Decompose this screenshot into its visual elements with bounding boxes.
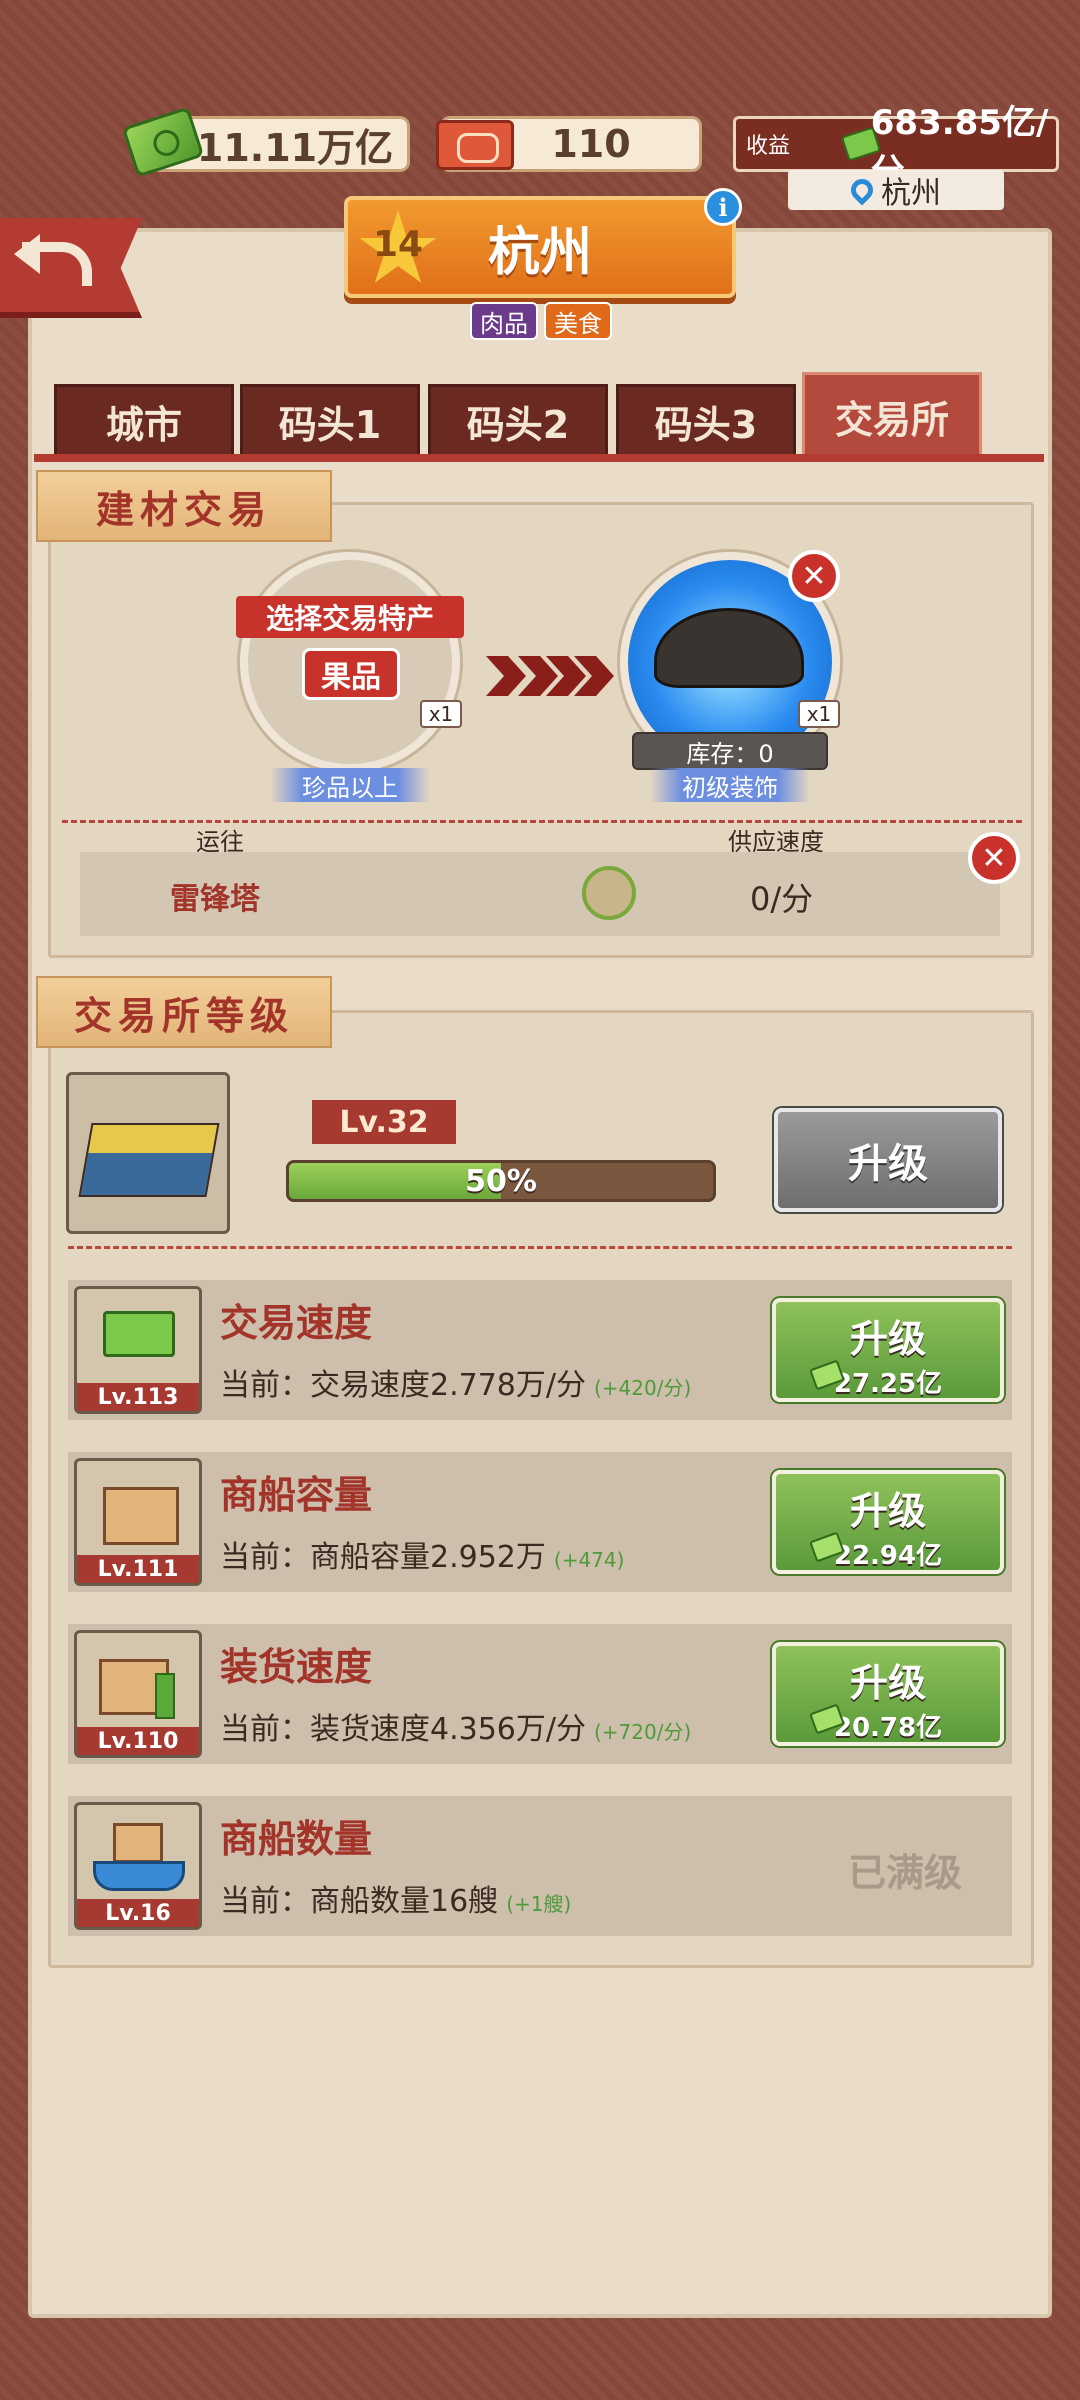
product-button[interactable]: 果品 xyxy=(302,648,400,700)
exchange-upgrade-label: 升级 xyxy=(848,1141,928,1187)
divider xyxy=(68,1246,1012,1249)
trade-speed-upgrade-button[interactable]: 升级 27.25亿 xyxy=(772,1298,1004,1402)
loading-speed-upgrade-button[interactable]: 升级 20.78亿 xyxy=(772,1642,1004,1746)
income-box: 收益 683.85亿/分 xyxy=(733,103,1059,192)
exchange-upgrade-button[interactable]: 升级 xyxy=(774,1108,1002,1212)
tab-city[interactable]: 城市 xyxy=(54,384,234,456)
upgrade-row-ship-count: Lv.16 商船数量 当前：商船数量16艘 (+1艘) 已满级 xyxy=(68,1796,1012,1936)
location-pin-icon xyxy=(846,174,878,206)
select-product-label: 选择交易特产 xyxy=(236,596,464,638)
loading-speed-level: Lv.110 xyxy=(77,1727,199,1755)
ship-count-level: Lv.16 xyxy=(77,1899,199,1927)
trade-speed-level: Lv.113 xyxy=(77,1383,199,1411)
stock-label: 库存：0 xyxy=(632,732,828,770)
remove-route-button[interactable]: ✕ xyxy=(968,832,1020,884)
tab-dock-2[interactable]: 码头2 xyxy=(428,384,608,456)
exchange-level-badge: Lv.32 xyxy=(312,1100,456,1144)
tab-underline xyxy=(34,454,1044,462)
ship-count-icon: Lv.16 xyxy=(74,1802,202,1930)
city-title: 14 杭州 xyxy=(344,196,736,298)
cash-value: 11.11万亿 xyxy=(196,125,394,170)
ship-count-maxed-label: 已满级 xyxy=(847,1851,962,1895)
trade-speed-icon: Lv.113 xyxy=(74,1286,202,1414)
upgrade-row-ship-capacity: Lv.111 商船容量 当前：商船容量2.952万 (+474) 升级 22.94… xyxy=(68,1452,1012,1592)
upgrade-row-loading-speed: Lv.110 装货速度 当前：装货速度4.356万/分 (+720/分) 升级 2… xyxy=(68,1624,1012,1764)
trade-speed-desc: 当前：交易速度2.778万/分 (+420/分) xyxy=(220,1368,692,1403)
ship-capacity-upgrade-button[interactable]: 升级 22.94亿 xyxy=(772,1470,1004,1574)
tab-exchange[interactable]: 交易所 xyxy=(802,372,982,458)
remove-target-button[interactable]: ✕ xyxy=(788,550,840,602)
city-level: 14 xyxy=(372,224,424,265)
ship-count-title: 商船数量 xyxy=(220,1817,373,1861)
tab-dock-3[interactable]: 码头3 xyxy=(616,384,796,456)
city-name: 杭州 xyxy=(487,222,592,283)
location-name: 杭州 xyxy=(881,176,941,211)
target-qty: x1 xyxy=(798,700,840,728)
upgrade-row-trade-speed: Lv.113 交易速度 当前：交易速度2.778万/分 (+420/分) 升级 2… xyxy=(68,1280,1012,1420)
loading-speed-icon: Lv.110 xyxy=(74,1630,202,1758)
ship-capacity-title: 商船容量 xyxy=(220,1473,373,1517)
target-quality: 初级装饰 xyxy=(650,768,810,802)
location-indicator[interactable]: 杭州 xyxy=(788,170,1004,211)
trade-speed-bonus: (+420/分) xyxy=(594,1376,692,1400)
destination-name: 雷锋塔 xyxy=(170,882,260,917)
ship-count-bonus: (+1艘) xyxy=(506,1892,572,1916)
back-button[interactable] xyxy=(0,218,142,318)
trade-section-title: 建材交易 xyxy=(36,470,332,542)
ship-count-desc: 当前：商船数量16艘 (+1艘) xyxy=(220,1884,572,1919)
ticket-icon xyxy=(436,120,514,170)
ship-capacity-icon: Lv.111 xyxy=(74,1458,202,1586)
ship-capacity-desc: 当前：商船容量2.952万 (+474) xyxy=(220,1540,625,1575)
tab-dock-1[interactable]: 码头1 xyxy=(240,384,420,456)
ticket-value: 110 xyxy=(551,122,631,166)
loading-speed-desc: 当前：装货速度4.356万/分 (+720/分) xyxy=(220,1712,692,1747)
exchange-level-title: 交易所等级 xyxy=(36,976,332,1048)
exchange-progress-bar: 50% xyxy=(286,1160,716,1202)
product-qty: x1 xyxy=(420,700,462,728)
ship-capacity-bonus: (+474) xyxy=(553,1548,625,1572)
info-icon[interactable]: i xyxy=(704,188,742,226)
ship-capacity-level: Lv.111 xyxy=(77,1555,199,1583)
income-label: 收益 xyxy=(746,134,791,159)
supply-speed-value: 0/分 xyxy=(750,880,814,918)
city-tag-food: 美食 xyxy=(544,302,612,340)
exchange-building-image xyxy=(66,1072,230,1234)
loading-speed-title: 装货速度 xyxy=(220,1645,373,1689)
supply-speed-icon xyxy=(582,866,636,920)
progress-text: 50% xyxy=(465,1163,537,1199)
loading-speed-bonus: (+720/分) xyxy=(594,1720,692,1744)
city-tag-meat: 肉品 xyxy=(470,302,538,340)
product-quality: 珍品以上 xyxy=(270,768,430,802)
trade-speed-title: 交易速度 xyxy=(220,1301,373,1345)
